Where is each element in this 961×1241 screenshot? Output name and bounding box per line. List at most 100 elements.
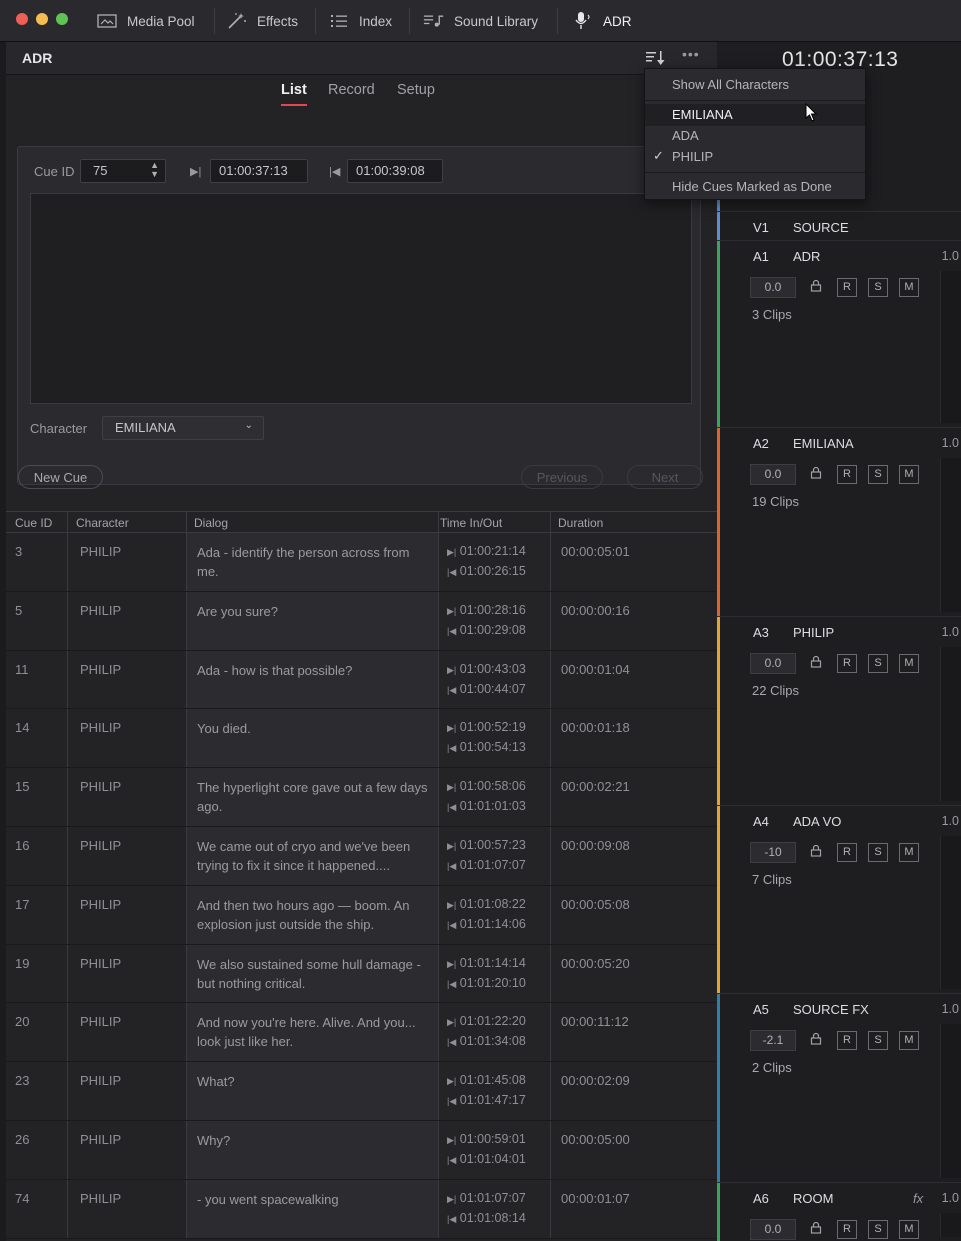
track-level-field[interactable]: 0.0 [750, 277, 796, 298]
mute-button[interactable]: M [899, 654, 919, 673]
time-out-field[interactable]: 01:00:39:08 [347, 159, 443, 183]
lock-icon[interactable] [810, 279, 822, 295]
solo-button[interactable]: S [868, 278, 888, 297]
toolbar-media-pool-label: Media Pool [127, 13, 195, 29]
table-row[interactable]: 26 PHILIP Why? ▶| 01:00:59:01 |◀ 01:01:04:01… [6, 1120, 717, 1180]
track-name[interactable]: ADA VO [793, 814, 841, 829]
mute-button[interactable]: M [899, 1031, 919, 1050]
next-button-label: Next [651, 469, 679, 485]
table-row[interactable]: 17 PHILIP And then two hours ago — boom. A… [6, 885, 717, 945]
solo-button[interactable]: S [868, 1220, 888, 1239]
close-window-button[interactable] [16, 13, 28, 25]
mute-button[interactable]: M [899, 278, 919, 297]
cue-id-cell: 26 [15, 1131, 30, 1147]
table-row[interactable]: 3 PHILIP Ada - identify the person across … [6, 533, 717, 592]
mute-button[interactable]: M [899, 465, 919, 484]
solo-button[interactable]: S [868, 465, 888, 484]
table-row[interactable]: 74 PHILIP - you went spacewalking ▶| 01:01:… [6, 1179, 717, 1239]
header-cue-id[interactable]: Cue ID [15, 516, 52, 530]
menu-character-emiliana[interactable]: EMILIANA [672, 107, 733, 122]
new-cue-button[interactable]: New Cue [18, 465, 103, 489]
track-id: A4 [753, 814, 769, 829]
track-volume: 1.0 [941, 436, 959, 450]
mute-button[interactable]: M [899, 843, 919, 862]
stepper-arrows-icon[interactable]: ▲ ▼ [150, 161, 159, 179]
record-arm-button[interactable]: R [837, 1031, 857, 1050]
toolbar-media-pool[interactable]: Media Pool [96, 0, 195, 42]
table-row[interactable]: 5 PHILIP Are you sure? ▶| 01:00:28:16 |◀ 01:… [6, 591, 717, 651]
table-row[interactable]: 15 PHILIP The hyperlight core gave out a f… [6, 768, 717, 827]
track-name[interactable]: SOURCE FX [793, 1002, 869, 1017]
sort-filter-icon[interactable] [644, 48, 666, 68]
top-toolbar: Media Pool Effects Index Sound Library A… [0, 0, 961, 42]
toolbar-effects[interactable]: Effects [226, 0, 298, 42]
table-header: Cue ID Character Dialog Time In/Out Dura… [6, 511, 717, 533]
dialog-text-area[interactable] [30, 193, 692, 404]
solo-button[interactable]: S [868, 1031, 888, 1050]
solo-button[interactable]: S [868, 843, 888, 862]
record-arm-button[interactable]: R [837, 1220, 857, 1239]
record-arm-button[interactable]: R [837, 465, 857, 484]
out-point-icon: |◀ [447, 802, 457, 813]
lock-icon[interactable] [810, 466, 822, 482]
record-arm-button[interactable]: R [837, 278, 857, 297]
track-level-field[interactable]: -2.1 [750, 1030, 796, 1051]
next-button[interactable]: Next [627, 465, 703, 489]
menu-character-philip[interactable]: PHILIP [672, 149, 713, 164]
menu-hide-cues-done[interactable]: Hide Cues Marked as Done [672, 179, 832, 194]
character-cell: PHILIP [80, 837, 122, 853]
previous-button[interactable]: Previous [521, 465, 603, 489]
more-options-icon[interactable]: ••• [682, 46, 704, 68]
menu-show-all-characters[interactable]: Show All Characters [672, 77, 789, 92]
track-level-field[interactable]: 0.0 [750, 464, 796, 485]
solo-button[interactable]: S [868, 654, 888, 673]
track-level-field[interactable]: -10 [750, 842, 796, 863]
duration-cell: 00:00:01:18 [561, 720, 630, 736]
header-dialog[interactable]: Dialog [194, 516, 228, 530]
table-row[interactable]: 19 PHILIP We also sustained some hull dama… [6, 944, 717, 1004]
toolbar-index[interactable]: Index [328, 0, 392, 42]
track-name[interactable]: EMILIANA [793, 436, 854, 451]
track-level-field[interactable]: 0.0 [750, 653, 796, 674]
lock-icon[interactable] [810, 1032, 822, 1048]
table-row[interactable]: 16 PHILIP We came out of cryo and we've be… [6, 826, 717, 886]
toolbar-sound-library-label: Sound Library [454, 13, 539, 29]
track-clip-count: 19 Clips [752, 494, 799, 509]
table-row[interactable]: 20 PHILIP And now you're here. Alive. And … [6, 1003, 717, 1063]
character-cell: PHILIP [80, 1131, 122, 1147]
character-select[interactable]: EMILIANA ⌄ [102, 416, 264, 440]
tab-setup[interactable]: Setup [397, 82, 435, 104]
table-row[interactable]: 14 PHILIP You died. ▶| 01:00:52:19 |◀ 01:00:… [6, 709, 717, 769]
lock-icon[interactable] [810, 655, 822, 671]
track-name[interactable]: PHILIP [793, 625, 834, 640]
table-row[interactable]: 23 PHILIP What? ▶| 01:01:45:08 |◀ 01:01:47:1… [6, 1062, 717, 1121]
zoom-window-button[interactable] [56, 13, 68, 25]
time-out-cell: |◀ 01:01:47:17 [447, 1093, 526, 1107]
tab-record[interactable]: Record [328, 82, 375, 104]
out-point-icon: |◀ [447, 1154, 457, 1165]
header-time-in-out[interactable]: Time In/Out [440, 516, 502, 530]
menu-character-ada[interactable]: ADA [672, 128, 699, 143]
toolbar-sound-library[interactable]: Sound Library [423, 0, 538, 42]
toolbar-adr[interactable]: ADR [572, 0, 632, 42]
tab-list[interactable]: List [281, 82, 307, 106]
in-point-icon: ▶| [447, 1193, 457, 1204]
minimize-window-button[interactable] [36, 13, 48, 25]
cue-id-stepper[interactable]: 75 ▲ ▼ [80, 159, 166, 183]
header-duration[interactable]: Duration [558, 516, 603, 530]
table-row[interactable]: 11 PHILIP Ada - how is that possible? ▶| 01… [6, 650, 717, 710]
time-in-field[interactable]: 01:00:37:13 [210, 159, 308, 183]
lock-icon[interactable] [810, 844, 822, 860]
dialog-cell: And now you're here. Alive. And you... l… [197, 1015, 416, 1050]
header-character[interactable]: Character [76, 516, 129, 530]
time-in-value: 01:00:57:23 [459, 837, 526, 852]
duration-cell: 00:00:00:16 [561, 602, 630, 618]
lock-icon[interactable] [810, 1221, 822, 1237]
record-arm-button[interactable]: R [837, 843, 857, 862]
record-arm-button[interactable]: R [837, 654, 857, 673]
track-name[interactable]: ROOM [793, 1191, 833, 1206]
track-name[interactable]: SOURCE [793, 220, 849, 235]
mute-button[interactable]: M [899, 1220, 919, 1239]
track-name[interactable]: ADR [793, 249, 820, 264]
track-level-field[interactable]: 0.0 [750, 1219, 796, 1240]
